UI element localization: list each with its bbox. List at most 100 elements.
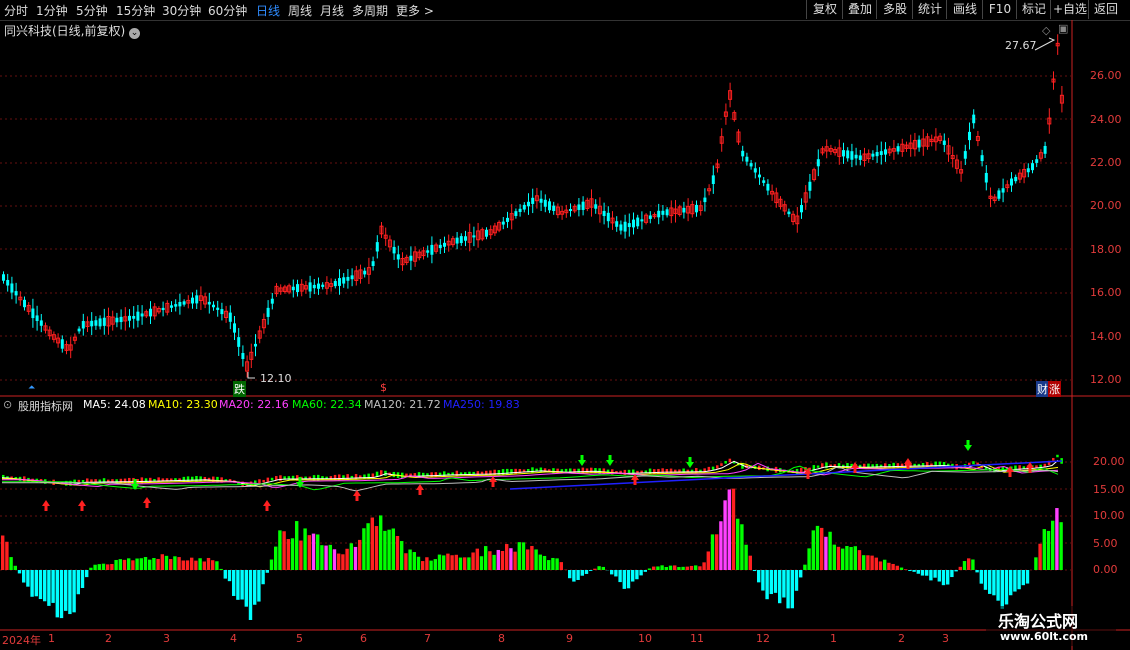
histogram-bar-positive <box>370 517 374 570</box>
candle-down <box>501 221 505 225</box>
mini-candle <box>590 467 593 473</box>
histogram-bar-positive <box>89 567 93 570</box>
indicator-name[interactable]: 股朋指标网 <box>18 398 73 414</box>
ma20-legend: MA20: 22.16 <box>219 398 289 411</box>
candle-down <box>266 307 270 317</box>
histogram-bar-positive <box>488 551 492 570</box>
histogram-bar-negative <box>752 570 757 572</box>
candle-down <box>657 210 661 218</box>
ma5-legend: MA5: 24.08 <box>83 398 146 411</box>
histogram-bar-negative <box>757 570 761 583</box>
histogram-bar-positive <box>744 544 748 570</box>
candle-down <box>1031 163 1034 171</box>
histogram-bar-positive <box>521 542 526 570</box>
histogram-bar-positive <box>689 565 694 570</box>
histogram-bar-negative <box>240 570 244 600</box>
mini-candle <box>489 470 492 476</box>
histogram-bar-negative <box>47 570 51 606</box>
mini-candle <box>1039 464 1042 468</box>
histogram-bar-positive <box>143 557 148 570</box>
histogram-bar-negative <box>1021 570 1025 586</box>
histogram-bar-positive <box>366 523 370 570</box>
histogram-bar-positive <box>206 557 211 570</box>
histogram-bar-negative <box>988 570 992 594</box>
histogram-bar-negative <box>68 570 72 615</box>
candle-down <box>980 155 984 162</box>
candle-down <box>816 159 820 167</box>
high-arrow <box>1034 37 1056 51</box>
histogram-bar-positive <box>198 558 202 570</box>
time-axis-month: 11 <box>690 632 704 645</box>
double-caret-icon[interactable]: ⏶ <box>28 383 35 393</box>
histogram-bar-negative <box>992 570 996 596</box>
histogram-bar-positive <box>971 559 975 570</box>
candle-down <box>661 210 665 215</box>
histogram-bar-positive <box>505 544 509 570</box>
candle-down <box>149 308 152 317</box>
candle-down <box>216 307 220 310</box>
histogram-bar-positive <box>677 567 681 570</box>
histogram-bar-positive <box>1042 529 1046 570</box>
candle-down <box>997 190 1001 199</box>
histogram-bar-positive <box>811 530 815 570</box>
candle-down <box>1010 178 1013 186</box>
candle-down <box>60 339 64 349</box>
ma60-legend: MA60: 22.34 <box>292 398 362 411</box>
candle-down <box>695 204 698 213</box>
histogram-bar-positive <box>740 524 744 570</box>
candle-down <box>1014 176 1018 182</box>
time-axis-month: 4 <box>230 632 237 645</box>
histogram-bar-negative <box>614 570 618 577</box>
candle-down <box>577 204 581 210</box>
candle-down <box>548 201 551 211</box>
histogram-bar-negative <box>257 570 261 602</box>
candle-down <box>506 217 509 222</box>
sell-arrow-icon <box>964 440 972 451</box>
diamond-icon[interactable]: ◇ <box>1042 24 1050 37</box>
candle-down <box>665 209 669 216</box>
histogram-bar-negative <box>55 570 59 618</box>
histogram-bar-positive <box>736 518 740 570</box>
histogram-bar-negative <box>80 570 85 588</box>
candle-down <box>741 150 745 157</box>
dollar-marker[interactable]: $ <box>380 381 387 394</box>
time-axis-month: 1 <box>48 632 55 645</box>
histogram-bar-negative <box>17 570 22 574</box>
candle-down <box>317 283 320 289</box>
histogram-bar-positive <box>517 542 521 570</box>
mini-candle <box>199 476 202 482</box>
ma120-legend: MA120: 21.72 <box>364 398 441 411</box>
candle-down <box>237 337 241 347</box>
mini-candle <box>506 468 509 475</box>
histogram-bar-negative <box>610 570 614 575</box>
candle-down <box>842 150 845 157</box>
mini-candle <box>443 471 446 477</box>
histogram-bar-positive <box>458 557 463 570</box>
histogram-bar-positive <box>698 566 702 570</box>
candle-down <box>375 242 379 252</box>
indicator-tick: 5.00 <box>1093 537 1118 550</box>
histogram-bar-positive <box>710 534 715 570</box>
histogram-bar-negative <box>639 570 643 576</box>
histogram-bar-positive <box>1 535 5 570</box>
kline-chart[interactable] <box>0 0 1130 650</box>
candle-down <box>606 212 610 222</box>
histogram-bar-positive <box>857 550 862 570</box>
indicator-toggle-icon[interactable]: ⊙ <box>3 398 12 411</box>
candle-down <box>119 316 123 323</box>
chevron-down-icon[interactable]: ⌄ <box>129 28 141 39</box>
window-icon[interactable]: ▣ <box>1058 22 1068 35</box>
histogram-bar-negative <box>589 570 593 571</box>
candle-down <box>6 279 10 286</box>
candle-down <box>464 236 467 241</box>
candle-down <box>140 313 144 317</box>
drop-marker[interactable]: 跌 <box>233 381 246 397</box>
candle-down <box>984 172 988 183</box>
histogram-bar-positive <box>542 555 547 570</box>
candle-down <box>81 321 85 329</box>
low-price-label: 12.10 <box>260 372 292 385</box>
price-tick: 12.00 <box>1090 373 1122 386</box>
rise-marker[interactable]: 涨 <box>1048 381 1061 397</box>
buy-arrow-icon <box>263 500 271 511</box>
histogram-bar-negative <box>1004 570 1009 605</box>
